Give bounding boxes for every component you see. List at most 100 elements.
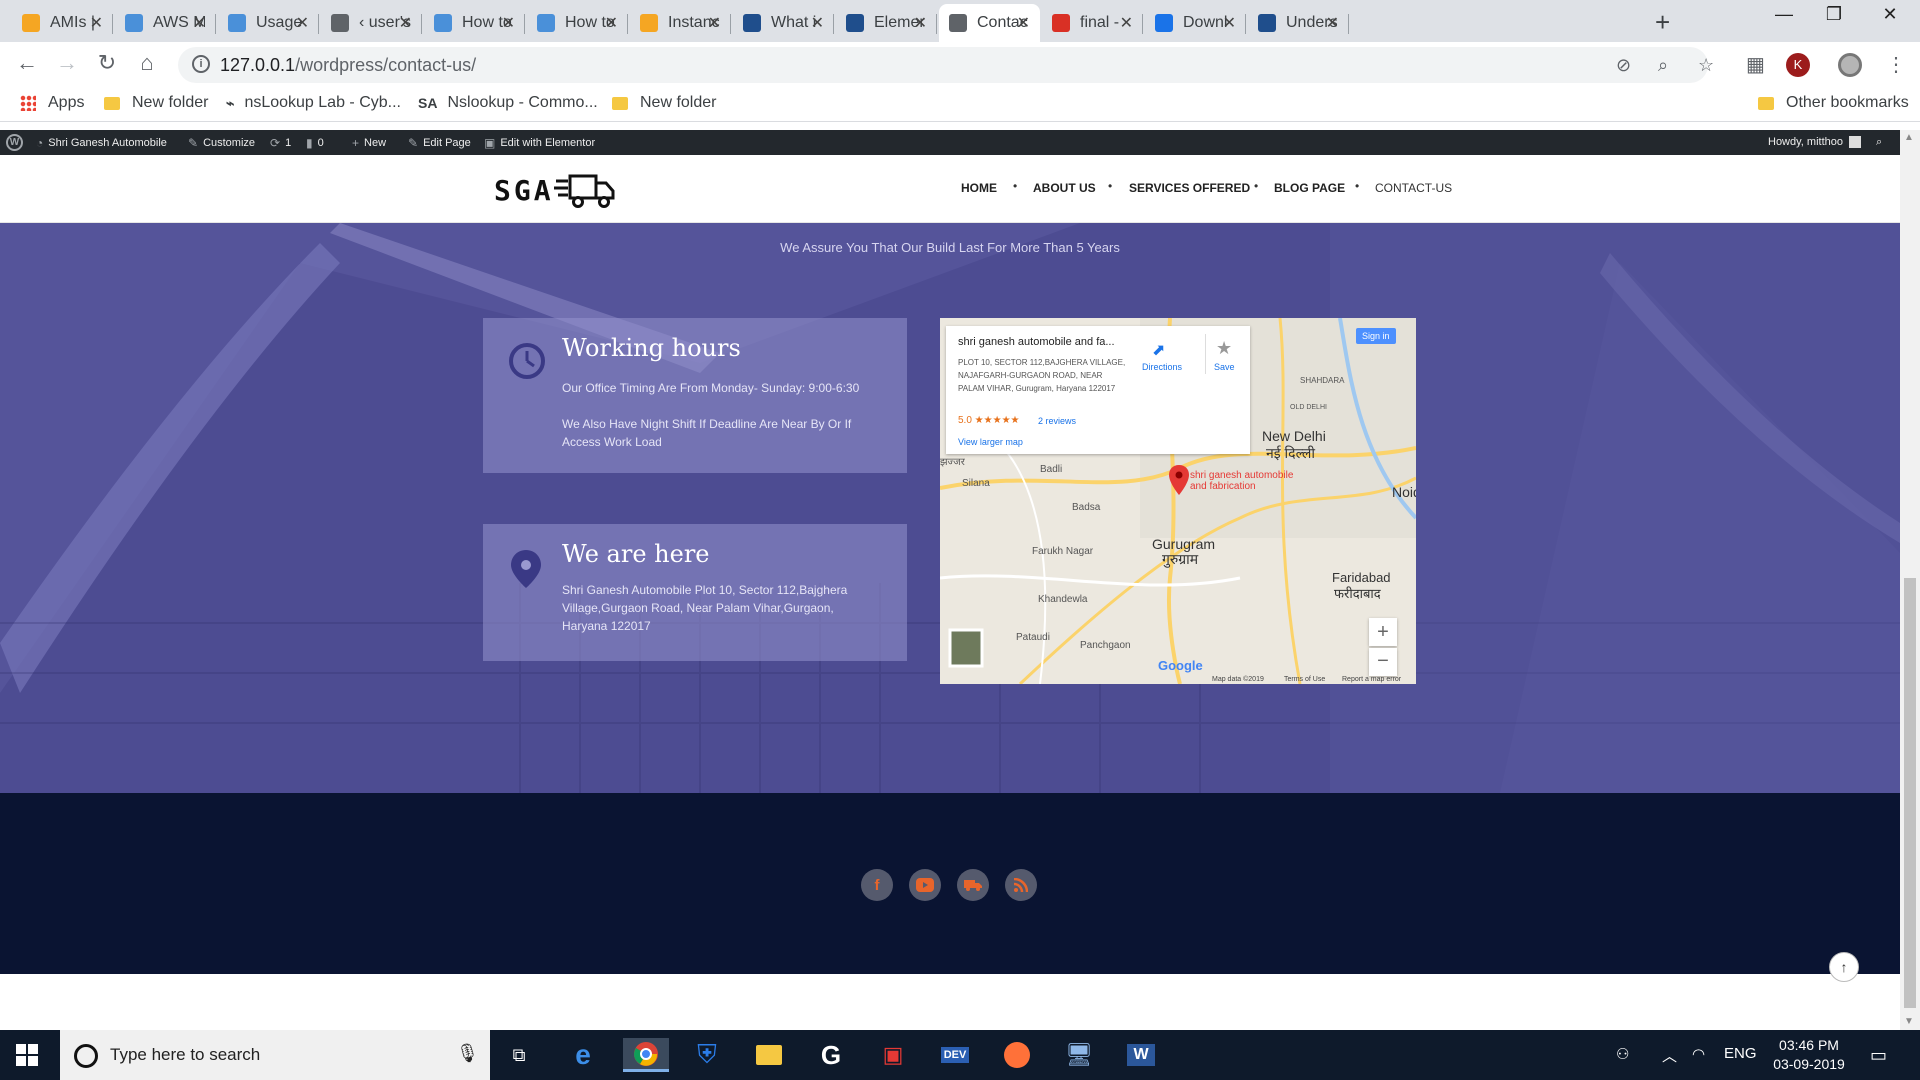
- browser-tab[interactable]: final - ✕: [1042, 4, 1143, 42]
- bookmark-nslookup-lab[interactable]: ⌁ nsLookup Lab - Cyb...: [226, 94, 401, 112]
- tab-close-icon[interactable]: ✕: [914, 13, 927, 33]
- notification-icon[interactable]: ▭: [1870, 1045, 1887, 1066]
- wp-search-icon[interactable]: ⌕: [1876, 136, 1882, 149]
- directions-link[interactable]: Directions: [1142, 362, 1182, 372]
- show-hidden-icons[interactable]: ︿: [1662, 1045, 1677, 1066]
- file-explorer-icon[interactable]: [746, 1038, 792, 1072]
- tab-close-icon[interactable]: ✕: [193, 13, 206, 33]
- reload-button[interactable]: ↻: [92, 50, 122, 76]
- browser-tab[interactable]: How to ✕: [424, 4, 525, 42]
- scroll-down-arrow[interactable]: ▼: [1904, 1016, 1914, 1027]
- word-icon[interactable]: W: [1118, 1038, 1164, 1072]
- address-bar[interactable]: i 127.0.0.1/wordpress/contact-us/ ⊘ ⌕ ☆: [178, 47, 1714, 83]
- bookmark-new-folder-2[interactable]: New folder: [612, 94, 716, 112]
- scroll-up-arrow[interactable]: ▲: [1904, 132, 1914, 143]
- taskbar-clock[interactable]: 03:46 PM 03-09-2019: [1764, 1036, 1854, 1074]
- page-scrollbar[interactable]: ▲ ▼: [1900, 130, 1920, 1030]
- browser-tab[interactable]: Instanc ✕: [630, 4, 731, 42]
- wp-new[interactable]: + New: [352, 136, 386, 150]
- browser-tab[interactable]: Usage ✕: [218, 4, 319, 42]
- url-text[interactable]: 127.0.0.1/wordpress/contact-us/: [220, 55, 476, 76]
- tab-close-icon[interactable]: ✕: [399, 13, 412, 33]
- extension-avatar-icon[interactable]: [1838, 53, 1862, 77]
- back-button[interactable]: ←: [12, 50, 42, 76]
- zoom-icon[interactable]: ⌕: [1658, 55, 1668, 76]
- map-marker-icon[interactable]: [1168, 464, 1190, 496]
- menu-icon[interactable]: ⋮: [1886, 52, 1906, 77]
- wordpress-logo-icon[interactable]: W: [6, 134, 23, 151]
- home-icon[interactable]: ⌂: [132, 50, 162, 76]
- wp-edit-elementor[interactable]: ▣ Edit with Elementor: [484, 136, 595, 150]
- windows-start-icon[interactable]: [16, 1044, 38, 1066]
- wp-howdy[interactable]: Howdy, mitthoo: [1768, 136, 1861, 148]
- browser-tab[interactable]: AMIs | ✕: [12, 4, 113, 42]
- report-map-error-link[interactable]: Report a map error: [1342, 676, 1401, 683]
- zoom-out-button[interactable]: −: [1369, 648, 1397, 676]
- terms-link[interactable]: Terms of Use: [1284, 676, 1325, 683]
- maximize-button[interactable]: ❐: [1814, 4, 1854, 25]
- network-app-icon[interactable]: 🖥: [1056, 1038, 1102, 1072]
- extensions-icon[interactable]: ▦: [1746, 52, 1765, 77]
- scrollbar-thumb[interactable]: [1904, 578, 1916, 1008]
- security-shield-icon[interactable]: ⛨: [684, 1038, 730, 1072]
- google-icon[interactable]: G: [808, 1038, 854, 1072]
- scroll-to-top-button[interactable]: ↑: [1829, 952, 1859, 982]
- chrome-icon[interactable]: [623, 1038, 669, 1072]
- task-view-icon[interactable]: ⧉: [496, 1038, 542, 1072]
- tab-close-icon[interactable]: ✕: [296, 13, 309, 33]
- tab-close-icon[interactable]: ✕: [1326, 13, 1339, 33]
- taskbar-search-box[interactable]: Type here to search 🎙: [60, 1030, 490, 1080]
- tab-close-icon[interactable]: ✕: [1120, 13, 1133, 33]
- wp-comments[interactable]: ▮ 0: [306, 136, 324, 150]
- bookmark-apps[interactable]: Apps: [20, 94, 84, 112]
- close-window-button[interactable]: ✕: [1870, 4, 1910, 25]
- save-link[interactable]: Save: [1214, 362, 1235, 372]
- bookmark-star-icon[interactable]: ☆: [1698, 55, 1714, 76]
- view-larger-map-link[interactable]: View larger map: [958, 437, 1023, 447]
- language-indicator[interactable]: ENG: [1724, 1045, 1757, 1062]
- new-tab-button[interactable]: +: [1655, 7, 1670, 38]
- people-icon[interactable]: ⚇: [1616, 1045, 1629, 1063]
- youtube-icon[interactable]: [909, 869, 941, 901]
- tab-close-icon[interactable]: ✕: [708, 13, 721, 33]
- nav-blog[interactable]: BLOG PAGE: [1274, 181, 1345, 195]
- save-star-icon[interactable]: ★: [1216, 338, 1232, 359]
- browser-tab[interactable]: What i ✕: [733, 4, 834, 42]
- wp-site-name[interactable]: ◔ Shri Ganesh Automobile: [36, 136, 167, 150]
- tab-close-icon[interactable]: ✕: [605, 13, 618, 33]
- browser-tab[interactable]: Downl ✕: [1145, 4, 1246, 42]
- browser-tab[interactable]: How to ✕: [527, 4, 628, 42]
- browser-tab[interactable]: ‹ user's ✕: [321, 4, 422, 42]
- wp-updates[interactable]: ⟳ 1: [270, 136, 291, 150]
- firefox-icon[interactable]: [994, 1038, 1040, 1072]
- browser-tab[interactable]: Unders ✕: [1248, 4, 1349, 42]
- nav-contact[interactable]: CONTACT-US: [1375, 181, 1452, 195]
- nav-services[interactable]: SERVICES OFFERED: [1129, 181, 1250, 195]
- nav-about[interactable]: ABOUT US: [1033, 181, 1096, 195]
- tab-close-icon[interactable]: ✕: [811, 13, 824, 33]
- app-tool-icon[interactable]: ▣: [870, 1038, 916, 1072]
- tab-close-icon[interactable]: ✕: [502, 13, 515, 33]
- profile-avatar[interactable]: K: [1786, 53, 1810, 77]
- forward-button[interactable]: →: [52, 50, 82, 76]
- tab-close-icon[interactable]: ✕: [90, 13, 103, 33]
- tab-close-icon[interactable]: ✕: [1223, 13, 1236, 33]
- bookmark-nslookup-common[interactable]: SA Nslookup - Commo...: [418, 94, 598, 112]
- bookmark-other[interactable]: Other bookmarks: [1758, 94, 1909, 112]
- zoom-in-button[interactable]: +: [1369, 618, 1397, 646]
- microphone-icon[interactable]: 🎙: [456, 1043, 479, 1064]
- browser-tab[interactable]: AWS M ✕: [115, 4, 216, 42]
- browser-tab[interactable]: Contac ✕: [939, 4, 1040, 42]
- dev-cpp-icon[interactable]: DEV: [932, 1038, 978, 1072]
- truck-icon[interactable]: [957, 869, 989, 901]
- minimize-button[interactable]: —: [1764, 4, 1804, 25]
- site-info-icon[interactable]: i: [192, 55, 210, 73]
- browser-tab[interactable]: Elemer ✕: [836, 4, 937, 42]
- map-reviews-link[interactable]: 2 reviews: [1038, 416, 1076, 426]
- rss-icon[interactable]: [1005, 869, 1037, 901]
- google-map-embed[interactable]: झज्जर Badli Silana Badsa Farukh Nagar Kh…: [940, 318, 1416, 684]
- nav-home[interactable]: HOME: [961, 181, 997, 195]
- facebook-icon[interactable]: f: [861, 869, 893, 901]
- blocked-content-icon[interactable]: ⊘: [1616, 55, 1631, 76]
- wp-edit-page[interactable]: ✎ Edit Page: [408, 136, 471, 150]
